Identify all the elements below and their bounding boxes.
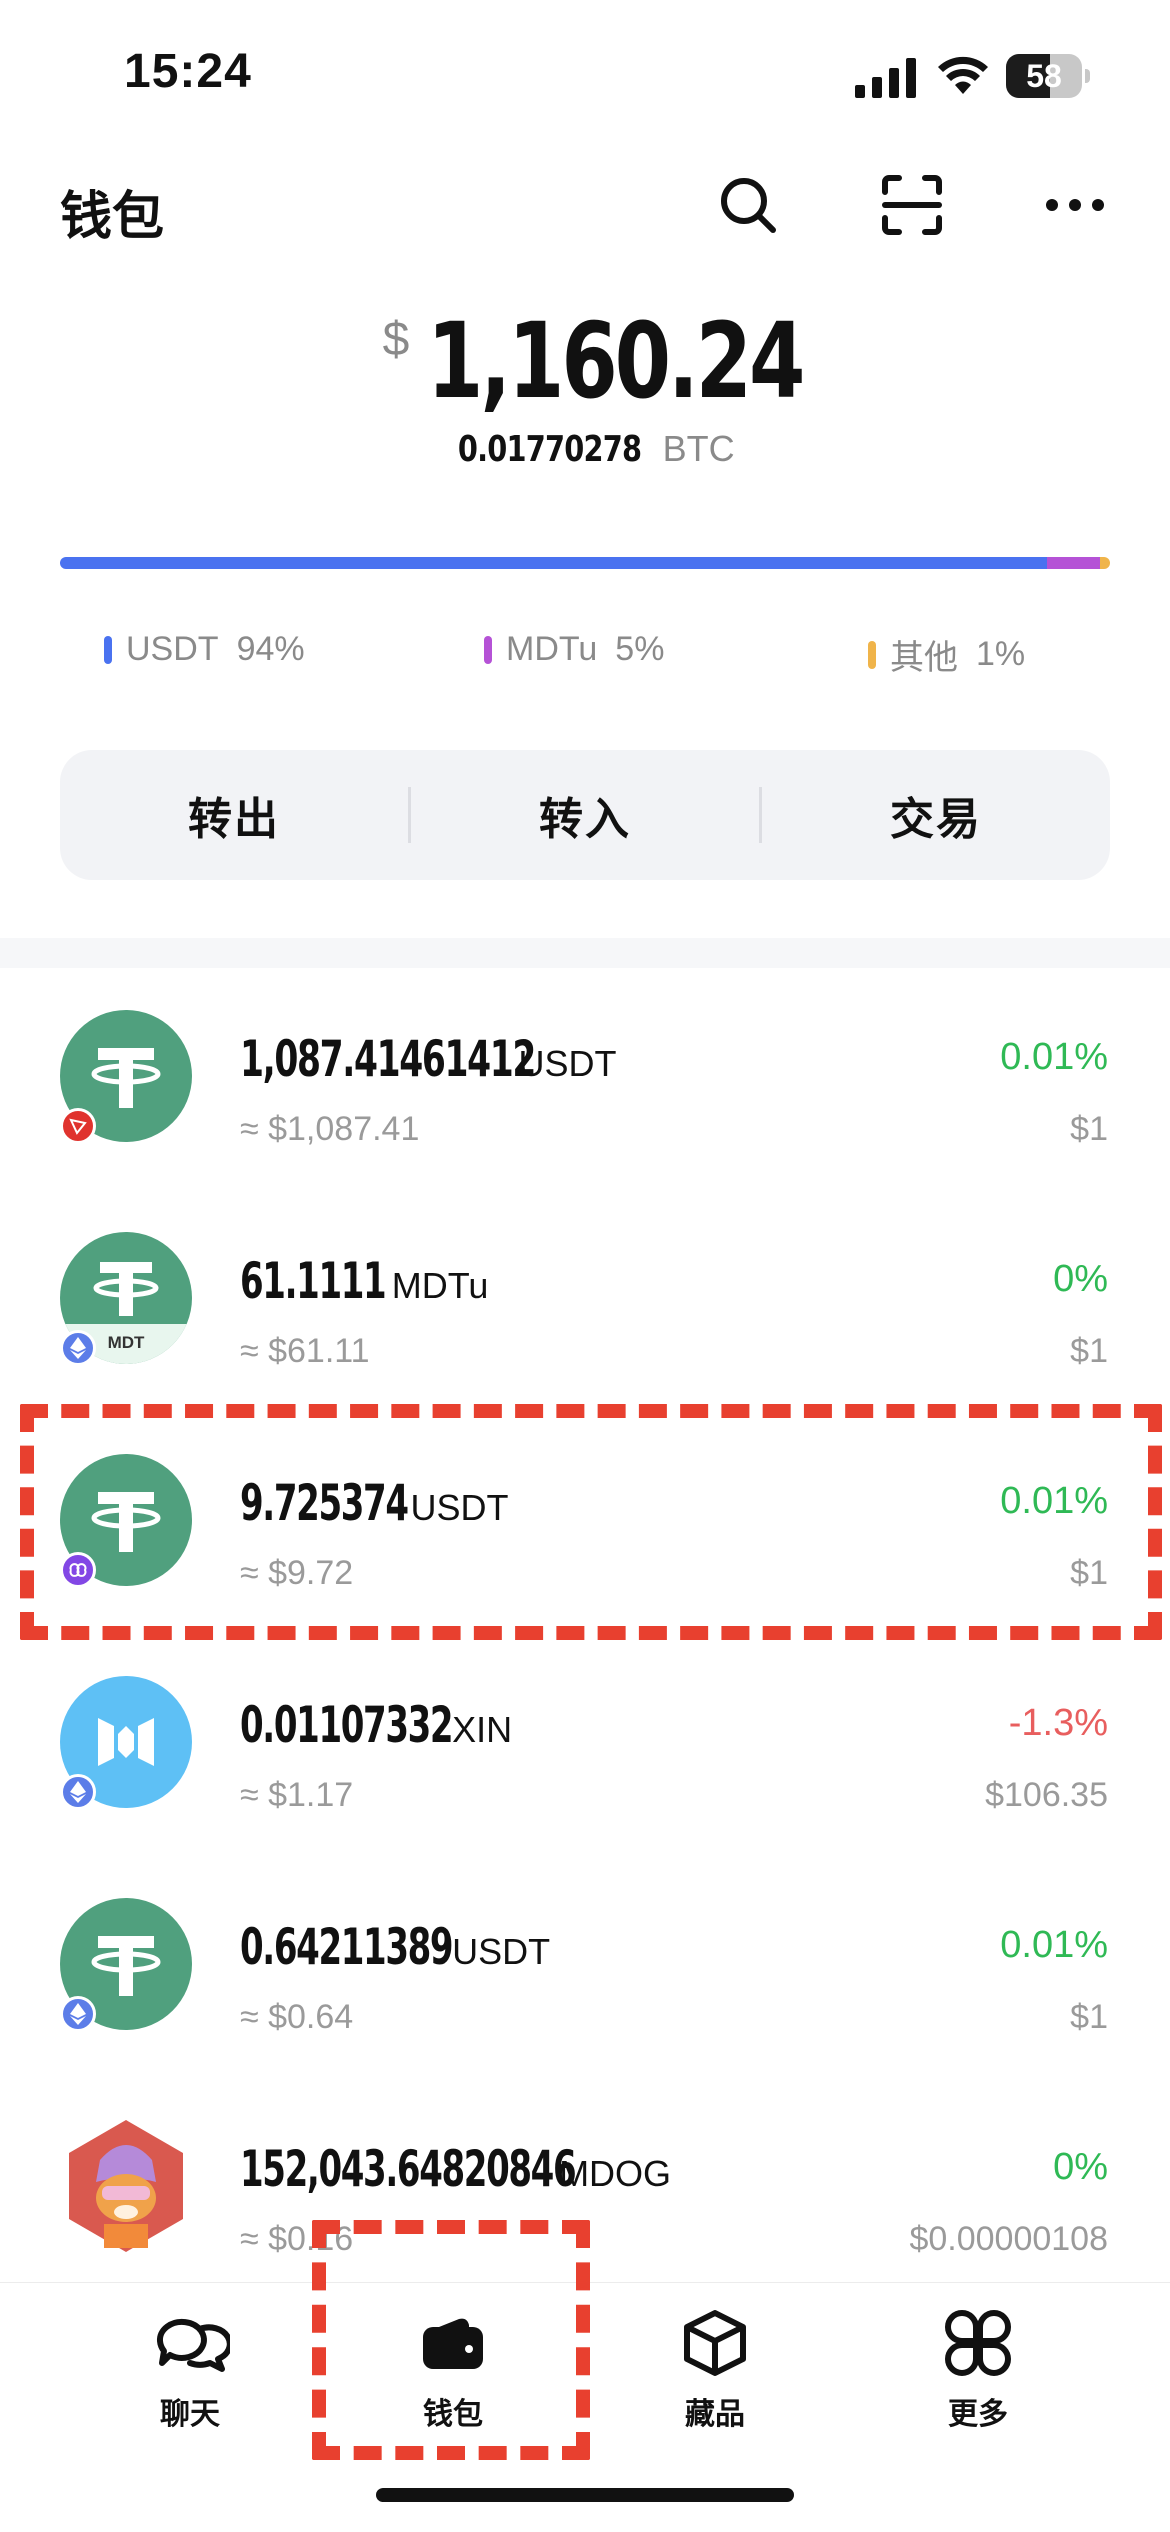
- asset-row[interactable]: MDT 61.1111 MDTu ≈ $61.11 0% $1: [0, 1190, 1170, 1412]
- currency-symbol: $: [382, 313, 410, 366]
- allocation-segment-other: [1099, 557, 1110, 569]
- action-bar: 转出 转入 交易: [60, 750, 1110, 880]
- legend-percent: 5%: [615, 630, 665, 668]
- highlight-annotation-box: [312, 2220, 590, 2460]
- asset-change: 0%: [1053, 1258, 1108, 1300]
- asset-symbol: USDT: [452, 1931, 551, 1972]
- collectibles-icon: [684, 2310, 746, 2376]
- asset-symbol: XIN: [452, 1709, 513, 1750]
- page-title: 钱包: [60, 188, 165, 246]
- section-divider: [0, 938, 1170, 968]
- btc-balance: 0.01770278: [458, 429, 642, 470]
- svg-text:MDT: MDT: [108, 1333, 145, 1352]
- search-icon: [721, 178, 776, 233]
- scan-icon: [882, 175, 942, 235]
- asset-amount: 61.1111: [240, 1252, 387, 1310]
- asset-change: 0.01%: [1000, 1036, 1108, 1078]
- legend-dot: [868, 640, 876, 669]
- ethereum-chain-badge-icon: [60, 1330, 96, 1366]
- battery-icon: 58: [1006, 54, 1090, 98]
- legend-percent: 94%: [236, 630, 305, 668]
- tab-collectibles[interactable]: 藏品: [635, 2303, 795, 2443]
- status-time: 15:24: [124, 45, 252, 98]
- asset-price: $1: [1070, 1998, 1108, 2036]
- asset-usd-value: ≈ $1,087.41: [240, 1110, 420, 1148]
- legend-item-other: 其他 1%: [868, 630, 1025, 679]
- scan-button[interactable]: [877, 170, 947, 240]
- tab-chat[interactable]: 聊天: [110, 2303, 270, 2443]
- legend-name: MDTu: [506, 630, 598, 668]
- asset-price: $106.35: [985, 1776, 1108, 1814]
- asset-symbol: MDOG: [559, 2153, 672, 2194]
- asset-amount: 0.64211389: [240, 1918, 454, 1976]
- asset-price: $1: [1070, 1110, 1108, 1148]
- legend-name: 其他: [890, 639, 958, 677]
- asset-row[interactable]: 0.01107332 XIN ≈ $1.17 -1.3% $106.35: [0, 1634, 1170, 1856]
- asset-amount: 152,043.64820846: [240, 2140, 577, 2198]
- asset-change: 0%: [1053, 2146, 1108, 2188]
- asset-usd-value: ≈ $1.17: [240, 1776, 354, 1814]
- allocation-legend: USDT 94% MDTu 5% 其他 1%: [0, 630, 1170, 680]
- legend-item-usdt: USDT 94%: [104, 630, 305, 669]
- asset-change: -1.3%: [1008, 1702, 1108, 1744]
- asset-symbol: MDTu: [391, 1265, 489, 1306]
- tab-label: 藏品: [685, 2398, 745, 2431]
- asset-price: $0.00000108: [909, 2220, 1108, 2258]
- legend-name: USDT: [126, 630, 219, 668]
- allocation-segment-mdtu: [1047, 557, 1100, 569]
- search-button[interactable]: [713, 170, 783, 240]
- asset-amount: 0.01107332: [240, 1696, 454, 1754]
- status-bar: 15:24 58: [0, 0, 1170, 150]
- ethereum-chain-badge-icon: [60, 1774, 96, 1810]
- balance-section: $ 1,160.24 0.01770278 BTC: [0, 300, 1170, 470]
- tab-label: 更多: [948, 2398, 1008, 2431]
- allocation-bar: [60, 557, 1110, 569]
- tab-label: 聊天: [160, 2398, 220, 2431]
- highlight-annotation-box: [20, 1404, 1162, 1640]
- battery-level: 58: [1026, 58, 1062, 94]
- asset-usd-value: ≈ $0.64: [240, 1998, 354, 2036]
- tab-more[interactable]: 更多: [898, 2303, 1058, 2443]
- legend-dot: [104, 635, 112, 664]
- chat-icon: [156, 2318, 230, 2372]
- cellular-signal-icon: [855, 58, 916, 98]
- legend-percent: 1%: [976, 635, 1026, 673]
- asset-price: $1: [1070, 1332, 1108, 1370]
- receive-button[interactable]: 转入: [411, 783, 759, 847]
- wifi-icon: [938, 56, 988, 94]
- send-button[interactable]: 转出: [60, 783, 408, 847]
- legend-dot: [484, 635, 492, 664]
- allocation-segment-usdt: [60, 557, 1047, 569]
- asset-usd-value: ≈ $61.11: [240, 1332, 370, 1370]
- btc-unit: BTC: [662, 428, 735, 469]
- asset-amount: 1,087.41461412: [240, 1030, 536, 1088]
- trade-button[interactable]: 交易: [762, 783, 1110, 847]
- tron-chain-badge-icon: [60, 1108, 96, 1144]
- home-indicator: [376, 2488, 794, 2502]
- more-icon: [1046, 199, 1104, 211]
- header: 钱包: [0, 160, 1170, 250]
- ethereum-chain-badge-icon: [60, 1996, 96, 2032]
- asset-row[interactable]: 1,087.41461412 USDT ≈ $1,087.41 0.01% $1: [0, 968, 1170, 1190]
- more-apps-icon: [945, 2309, 1011, 2377]
- total-balance: 1,160.24: [427, 300, 805, 422]
- legend-item-mdtu: MDTu 5%: [484, 630, 664, 669]
- asset-row[interactable]: 0.64211389 USDT ≈ $0.64 0.01% $1: [0, 1856, 1170, 2078]
- more-button[interactable]: [1040, 170, 1110, 240]
- mdog-icon: [69, 2120, 183, 2252]
- asset-change: 0.01%: [1000, 1924, 1108, 1966]
